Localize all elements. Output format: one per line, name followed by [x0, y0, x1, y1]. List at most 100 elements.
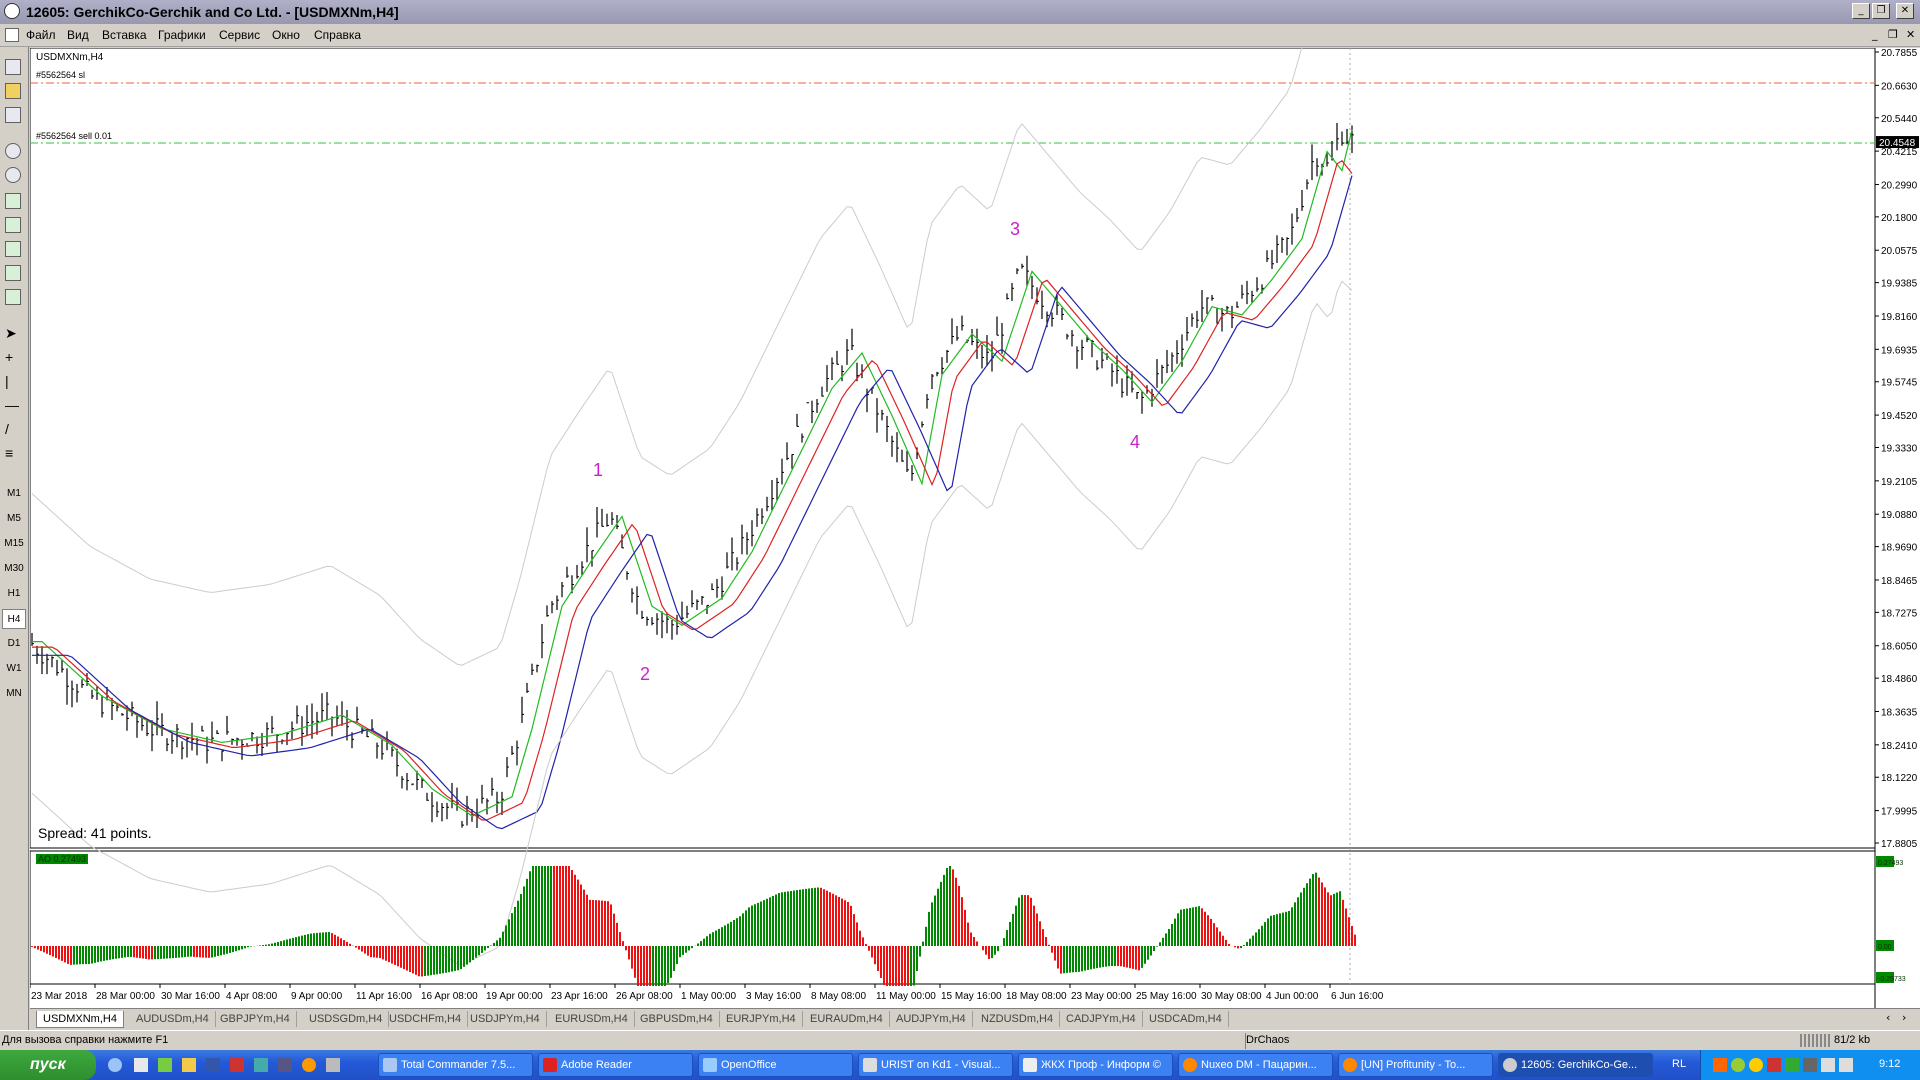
date-tick-label: 16 Apr 08:00	[421, 991, 478, 1002]
menu-window[interactable]: Окно	[272, 28, 300, 42]
tab-usdmxnm-h4[interactable]: USDMXNm,H4	[36, 1011, 124, 1028]
tab-audusdm-h4[interactable]: AUDUSDm,H4	[130, 1011, 216, 1027]
chart-window[interactable]: 20.7855 20.6630 20.5440 20.4215 20.2990 20.18…	[30, 48, 1920, 1008]
menu-insert[interactable]: Вставка	[102, 28, 147, 42]
timeframe-h1[interactable]: H1	[2, 584, 26, 604]
start-button[interactable]: пуск	[0, 1050, 96, 1080]
zoom-in-icon[interactable]	[5, 143, 21, 159]
quicklaunch-firefox-icon[interactable]	[302, 1058, 316, 1072]
minimize-button[interactable]: _	[1852, 3, 1870, 19]
quicklaunch-app-icon[interactable]	[134, 1058, 148, 1072]
menu-service[interactable]: Сервис	[219, 28, 260, 42]
task-total-commander[interactable]: Total Commander 7.5...	[378, 1053, 533, 1077]
menu-file[interactable]: Файл	[26, 28, 56, 42]
task-zhkh[interactable]: ЖКХ Проф - Информ ©	[1018, 1053, 1173, 1077]
task-visual[interactable]: URIST on Kd1 - Visual...	[858, 1053, 1013, 1077]
close-button[interactable]: ✕	[1896, 3, 1914, 19]
vertical-line-icon[interactable]: |	[5, 373, 21, 389]
timeframe-w1[interactable]: W1	[2, 659, 26, 679]
line-chart-icon[interactable]	[5, 241, 21, 257]
tab-nzdusdm-h4[interactable]: NZDUSDm,H4	[975, 1011, 1061, 1027]
tab-gbpjpym-h4[interactable]: GBPJPYm,H4	[214, 1011, 297, 1027]
tab-scroll-right-icon[interactable]: ›	[1902, 1011, 1906, 1024]
horizontal-line-icon[interactable]: —	[5, 397, 21, 413]
task-label: [UN] Profitunity - To...	[1361, 1059, 1466, 1071]
bar-chart-icon[interactable]	[5, 193, 21, 209]
task-adobe-reader[interactable]: Adobe Reader	[538, 1053, 693, 1077]
task-metatrader[interactable]: 12605: GerchikCo-Ge...	[1498, 1053, 1653, 1077]
price-tick-label: 18.8465	[1881, 576, 1918, 587]
menu-help[interactable]: Справка	[314, 28, 361, 42]
mdi-close-icon[interactable]: ✕	[1906, 28, 1915, 41]
price-chart[interactable]: 20.785520.663020.544020.421520.299020.18…	[30, 48, 1920, 1008]
tray-icon-4[interactable]	[1767, 1058, 1781, 1072]
menu-view[interactable]: Вид	[67, 28, 89, 42]
language-indicator[interactable]: RL	[1672, 1058, 1686, 1070]
crosshair-icon[interactable]: +	[5, 349, 21, 365]
ma-slow-line	[32, 175, 1353, 830]
timeframe-m30[interactable]: M30	[2, 559, 26, 579]
mdi-restore-icon[interactable]: ❐	[1888, 28, 1898, 41]
firefox-icon	[1183, 1058, 1197, 1072]
quicklaunch-save-icon[interactable]	[206, 1058, 220, 1072]
quicklaunch-ie-icon[interactable]	[108, 1058, 122, 1072]
cursor-icon[interactable]: ➤	[5, 325, 21, 341]
new-chart-icon[interactable]	[5, 59, 21, 75]
candle-chart-icon[interactable]	[5, 217, 21, 233]
zoom-out-icon[interactable]	[5, 167, 21, 183]
timeframe-h4[interactable]: H4	[2, 609, 26, 629]
tab-scroll-left-icon[interactable]: ‹	[1886, 1011, 1890, 1024]
tab-gbpusdm-h4[interactable]: GBPUSDm,H4	[634, 1011, 720, 1027]
timeframe-m1[interactable]: M1	[2, 484, 26, 504]
tab-audjpym-h4[interactable]: AUDJPYm,H4	[890, 1011, 973, 1027]
connection-bars-icon	[1800, 1034, 1830, 1047]
timeframe-mn[interactable]: MN	[2, 684, 26, 704]
volume-icon[interactable]	[1839, 1058, 1853, 1072]
task-nuxeo[interactable]: Nuxeo DM - Пацарин...	[1178, 1053, 1333, 1077]
tab-eurjpym-h4[interactable]: EURJPYm,H4	[720, 1011, 803, 1027]
tab-usdsgdm-h4[interactable]: USDSGDm,H4	[303, 1011, 390, 1027]
traffic-status: 81/2 kb	[1834, 1034, 1871, 1046]
tab-usdcadm-h4[interactable]: USDCADm,H4	[1143, 1011, 1229, 1027]
timeframe-m15[interactable]: M15	[2, 534, 26, 554]
price-tick-label: 19.3330	[1881, 444, 1918, 455]
task-profitunity[interactable]: [UN] Profitunity - To...	[1338, 1053, 1493, 1077]
task-openoffice[interactable]: OpenOffice	[698, 1053, 853, 1077]
open-folder-icon[interactable]	[5, 83, 21, 99]
date-tick-label: 11 May 00:00	[876, 991, 936, 1002]
menu-charts[interactable]: Графики	[158, 28, 206, 42]
quicklaunch-desktop-icon[interactable]	[278, 1058, 292, 1072]
timeframe-m5[interactable]: M5	[2, 509, 26, 529]
timeframe-d1[interactable]: D1	[2, 634, 26, 654]
autoscroll-icon[interactable]	[5, 265, 21, 281]
tray-icon-3[interactable]	[1749, 1058, 1763, 1072]
tray-icon-2[interactable]	[1731, 1058, 1745, 1072]
maximize-button[interactable]: ❐	[1872, 3, 1890, 19]
tray-icon-1[interactable]	[1713, 1058, 1727, 1072]
price-tick-label: 18.4860	[1881, 674, 1918, 685]
date-tick-label: 23 Apr 16:00	[551, 991, 608, 1002]
quicklaunch-settings-icon[interactable]	[158, 1058, 172, 1072]
chart-shift-icon[interactable]	[5, 289, 21, 305]
mdi-minimize-icon[interactable]: _	[1872, 28, 1878, 41]
tab-usdchfm-h4[interactable]: USDCHFm,H4	[383, 1011, 469, 1027]
quicklaunch-pdf-icon[interactable]	[230, 1058, 244, 1072]
tab-euraudm-h4[interactable]: EURAUDm,H4	[804, 1011, 890, 1027]
date-tick-label: 4 Apr 08:00	[226, 991, 278, 1002]
window-title: 12605: GerchikCo-Gerchik and Co Ltd. - […	[26, 4, 399, 20]
trendline-icon[interactable]: /	[5, 421, 21, 437]
quicklaunch-more-icon[interactable]	[326, 1058, 340, 1072]
date-tick-label: 26 Apr 08:00	[616, 991, 673, 1002]
tab-eurusdm-h4[interactable]: EURUSDm,H4	[549, 1011, 635, 1027]
firefox-icon	[1343, 1058, 1357, 1072]
tray-icon-5[interactable]	[1785, 1058, 1799, 1072]
tray-icon-7[interactable]	[1821, 1058, 1835, 1072]
tray-icon-6[interactable]	[1803, 1058, 1817, 1072]
date-tick-label: 9 Apr 00:00	[291, 991, 343, 1002]
tab-cadjpym-h4[interactable]: CADJPYm,H4	[1060, 1011, 1143, 1027]
quicklaunch-folder-icon[interactable]	[182, 1058, 196, 1072]
fibonacci-icon[interactable]: ≡	[5, 445, 21, 461]
tab-usdjpym-h4[interactable]: USDJPYm,H4	[464, 1011, 547, 1027]
window-icon[interactable]	[5, 107, 21, 123]
quicklaunch-tool-icon[interactable]	[254, 1058, 268, 1072]
